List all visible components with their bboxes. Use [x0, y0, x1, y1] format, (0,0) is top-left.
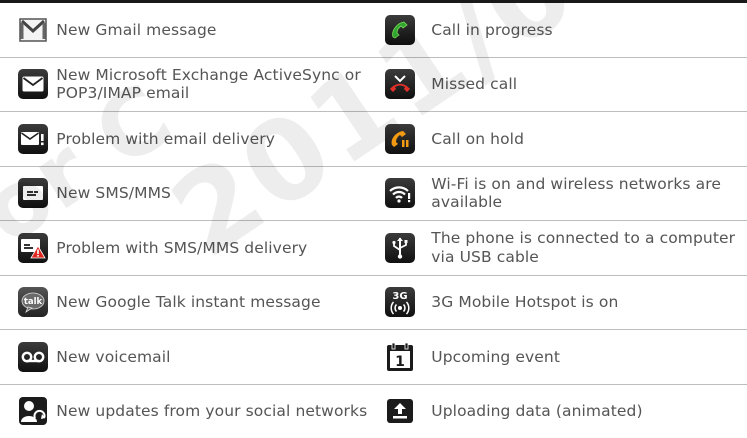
sms-delivery-problem-icon	[18, 232, 48, 263]
icon-cell	[370, 166, 432, 221]
voicemail-icon	[18, 341, 48, 372]
google-talk-icon: talk	[18, 287, 48, 318]
icon-cell	[0, 220, 57, 276]
table-row: Problem with email delivery Call on hold	[0, 111, 747, 167]
label-cell: Problem with SMS/MMS delivery	[56, 220, 371, 276]
icon-cell	[370, 111, 432, 167]
icon-label: New updates from your social networks	[56, 402, 368, 420]
label-cell: New SMS/MMS	[56, 166, 371, 221]
usb-connected-icon	[384, 232, 415, 263]
table-row: New updates from your social networks Up…	[0, 384, 747, 438]
icon-label: Missed call	[431, 75, 518, 93]
talk-text: talk	[24, 297, 43, 307]
label-cell: New voicemail	[56, 329, 371, 385]
notification-icons-table: New Gmail message Call in progress New M…	[0, 3, 747, 438]
icon-cell: 3G	[370, 275, 432, 330]
icon-label: New Google Talk instant message	[56, 293, 321, 311]
icon-label: New SMS/MMS	[56, 184, 171, 202]
icon-label: Wi-Fi is on and wireless networks are av…	[431, 174, 722, 212]
wifi-available-icon	[384, 178, 415, 209]
call-in-progress-icon	[384, 14, 415, 45]
hotspot-3g-text: 3G	[392, 291, 407, 302]
label-cell: Problem with email delivery	[56, 111, 371, 167]
calendar-day-text: 1	[395, 354, 405, 370]
table-row: New SMS/MMS Wi-Fi is on and wireless net…	[0, 166, 747, 221]
table-row: New Gmail message Call in progress	[0, 3, 747, 58]
label-cell: New Microsoft Exchange ActiveSync or POP…	[56, 57, 371, 112]
label-cell: Upcoming event	[431, 329, 747, 385]
email-icon	[18, 69, 48, 100]
icon-label: New Microsoft Exchange ActiveSync or POP…	[56, 65, 361, 103]
table-row: Problem with SMS/MMS delivery The phone …	[0, 220, 747, 276]
icon-label: Upcoming event	[431, 347, 561, 366]
icon-cell	[370, 3, 432, 58]
icon-cell	[0, 3, 57, 58]
label-cell: The phone is connected to a computer via…	[431, 220, 747, 276]
upcoming-event-icon: 1	[385, 342, 415, 372]
icon-cell	[370, 57, 432, 112]
mobile-hotspot-icon: 3G	[384, 287, 415, 318]
missed-call-icon	[384, 69, 415, 100]
label-cell: New Gmail message	[56, 3, 371, 58]
icon-cell	[370, 220, 432, 276]
sms-mms-icon	[18, 178, 48, 209]
label-cell: 3G Mobile Hotspot is on	[431, 275, 747, 330]
social-updates-icon	[18, 396, 48, 426]
icon-label: Problem with SMS/MMS delivery	[56, 238, 308, 257]
icon-cell	[0, 329, 57, 385]
label-cell: Call on hold	[431, 111, 747, 167]
label-cell: Call in progress	[431, 3, 747, 58]
icon-label: Call on hold	[431, 129, 525, 148]
icon-cell	[0, 111, 57, 167]
label-cell: Uploading data (animated)	[431, 384, 747, 438]
icon-label: New voicemail	[56, 347, 171, 366]
label-cell: Wi-Fi is on and wireless networks are av…	[431, 166, 747, 221]
icon-label: Call in progress	[431, 20, 553, 39]
uploading-data-icon	[385, 396, 415, 426]
icon-cell	[0, 166, 57, 221]
label-cell: New updates from your social networks	[56, 384, 371, 438]
icon-label: Uploading data (animated)	[431, 402, 643, 420]
email-delivery-problem-icon	[18, 123, 48, 154]
label-cell: New Google Talk instant message	[56, 275, 371, 330]
icon-label: New Gmail message	[56, 20, 217, 39]
icon-cell	[371, 384, 431, 438]
icon-cell	[0, 57, 57, 112]
call-on-hold-icon	[384, 123, 415, 154]
icon-label: The phone is connected to a computer via…	[431, 229, 736, 266]
gmail-icon	[18, 15, 48, 45]
table-row: New voicemail 1 Upcoming event	[0, 329, 747, 385]
icon-cell	[0, 384, 56, 438]
table-row: New Microsoft Exchange ActiveSync or POP…	[0, 57, 747, 112]
table-row: talk New Google Talk instant message 3G	[0, 275, 747, 330]
icon-label: Problem with email delivery	[56, 129, 276, 148]
icon-cell: 1	[370, 329, 432, 385]
label-cell: Missed call	[431, 57, 747, 112]
icon-cell: talk	[0, 275, 57, 330]
icon-label: 3G Mobile Hotspot is on	[431, 293, 619, 311]
